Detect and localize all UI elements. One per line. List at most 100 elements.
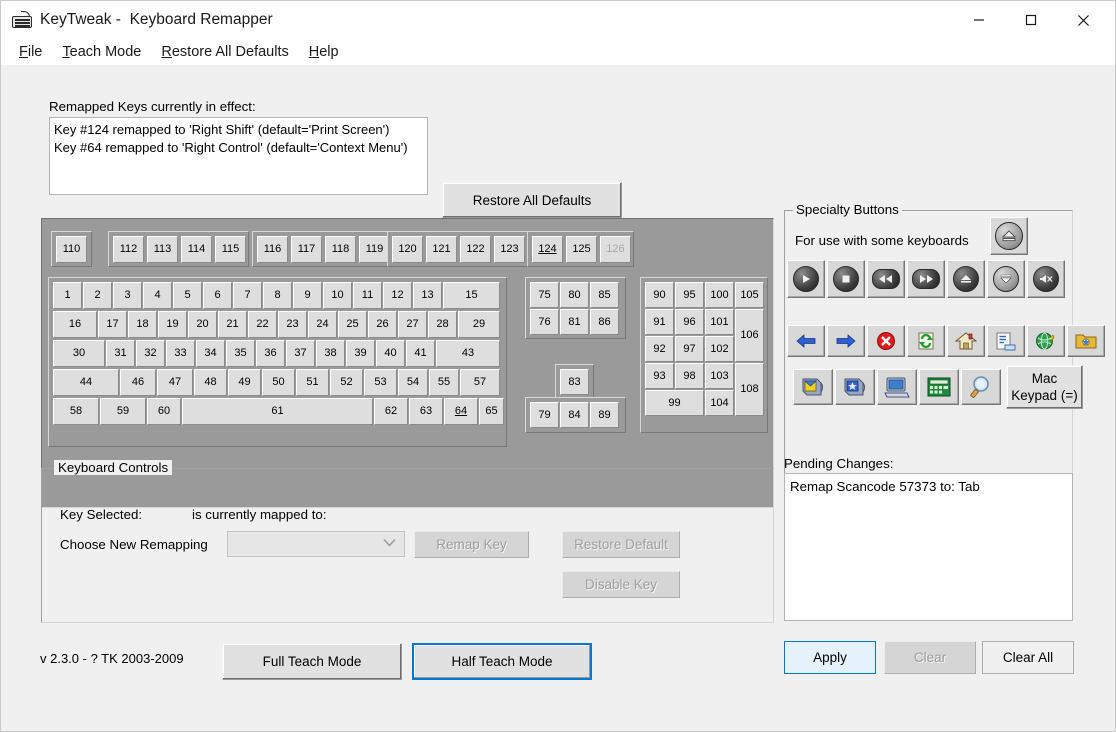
rewind-icon[interactable] bbox=[867, 260, 905, 298]
key-54[interactable]: 54 bbox=[398, 369, 428, 396]
key-79[interactable]: 79 bbox=[530, 402, 559, 428]
new-remapping-select[interactable] bbox=[227, 531, 405, 557]
key-51[interactable]: 51 bbox=[296, 369, 329, 396]
key-7[interactable]: 7 bbox=[233, 282, 262, 309]
key-58[interactable]: 58 bbox=[53, 398, 99, 425]
clear-button[interactable]: Clear bbox=[884, 641, 976, 674]
browser-search-icon[interactable] bbox=[987, 325, 1025, 357]
key-52[interactable]: 52 bbox=[330, 369, 363, 396]
volume-up-icon[interactable] bbox=[947, 260, 985, 298]
key-92[interactable]: 92 bbox=[645, 336, 674, 362]
key-41[interactable]: 41 bbox=[406, 340, 435, 367]
menu-file[interactable]: File bbox=[9, 42, 52, 62]
key-4[interactable]: 4 bbox=[143, 282, 172, 309]
key-102[interactable]: 102 bbox=[705, 336, 734, 362]
browser-refresh-icon[interactable] bbox=[907, 325, 945, 357]
browser-stop-icon[interactable] bbox=[867, 325, 905, 357]
key-113[interactable]: 113 bbox=[147, 236, 178, 263]
key-57[interactable]: 57 bbox=[460, 369, 500, 396]
key-62[interactable]: 62 bbox=[374, 398, 408, 425]
key-27[interactable]: 27 bbox=[398, 311, 427, 338]
news-icon[interactable] bbox=[835, 369, 875, 405]
key-99[interactable]: 99 bbox=[645, 390, 704, 416]
restore-all-defaults-button[interactable]: Restore All Defaults bbox=[442, 182, 622, 218]
key-97[interactable]: 97 bbox=[675, 336, 704, 362]
key-103[interactable]: 103 bbox=[705, 363, 734, 389]
key-85[interactable]: 85 bbox=[590, 282, 619, 308]
key-106[interactable]: 106 bbox=[735, 309, 764, 362]
key-100[interactable]: 100 bbox=[705, 282, 734, 308]
key-40[interactable]: 40 bbox=[376, 340, 405, 367]
key-21[interactable]: 21 bbox=[218, 311, 247, 338]
play-icon[interactable] bbox=[787, 260, 825, 298]
key-2[interactable]: 2 bbox=[83, 282, 112, 309]
key-84[interactable]: 84 bbox=[560, 402, 589, 428]
key-20[interactable]: 20 bbox=[188, 311, 217, 338]
key-59[interactable]: 59 bbox=[100, 398, 146, 425]
browser-folder-icon[interactable] bbox=[1067, 325, 1105, 357]
browser-back-icon[interactable] bbox=[787, 325, 825, 357]
key-13[interactable]: 13 bbox=[413, 282, 442, 309]
key-75[interactable]: 75 bbox=[530, 282, 559, 308]
key-90[interactable]: 90 bbox=[645, 282, 674, 308]
key-25[interactable]: 25 bbox=[338, 311, 367, 338]
key-98[interactable]: 98 bbox=[675, 363, 704, 389]
key-89[interactable]: 89 bbox=[590, 402, 619, 428]
key-118[interactable]: 118 bbox=[325, 236, 356, 263]
key-32[interactable]: 32 bbox=[136, 340, 165, 367]
key-115[interactable]: 115 bbox=[215, 236, 246, 263]
key-17[interactable]: 17 bbox=[98, 311, 127, 338]
key-38[interactable]: 38 bbox=[316, 340, 345, 367]
key-22[interactable]: 22 bbox=[248, 311, 277, 338]
stop-icon[interactable] bbox=[827, 260, 865, 298]
file-search-icon[interactable] bbox=[961, 369, 1001, 405]
mail-icon[interactable] bbox=[793, 369, 833, 405]
fast-forward-icon[interactable] bbox=[907, 260, 945, 298]
browser-favorites-icon[interactable] bbox=[1027, 325, 1065, 357]
key-12[interactable]: 12 bbox=[383, 282, 412, 309]
key-33[interactable]: 33 bbox=[166, 340, 195, 367]
key-28[interactable]: 28 bbox=[428, 311, 457, 338]
key-126[interactable]: 126 bbox=[600, 236, 631, 263]
restore-default-button[interactable]: Restore Default bbox=[562, 531, 680, 558]
key-5[interactable]: 5 bbox=[173, 282, 202, 309]
remap-key-button[interactable]: Remap Key bbox=[414, 531, 529, 558]
key-83[interactable]: 83 bbox=[560, 369, 589, 395]
key-121[interactable]: 121 bbox=[426, 236, 457, 263]
key-112[interactable]: 112 bbox=[113, 236, 144, 263]
volume-down-icon[interactable] bbox=[987, 260, 1025, 298]
key-120[interactable]: 120 bbox=[392, 236, 423, 263]
key-29[interactable]: 29 bbox=[458, 311, 500, 338]
key-81[interactable]: 81 bbox=[560, 309, 589, 335]
key-125[interactable]: 125 bbox=[566, 236, 597, 263]
key-50[interactable]: 50 bbox=[262, 369, 295, 396]
key-46[interactable]: 46 bbox=[120, 369, 156, 396]
calculator-icon[interactable] bbox=[919, 369, 959, 405]
key-53[interactable]: 53 bbox=[364, 369, 397, 396]
clear-all-button[interactable]: Clear All bbox=[982, 641, 1074, 674]
menu-restore-all-defaults[interactable]: Restore All Defaults bbox=[151, 42, 298, 62]
key-65[interactable]: 65 bbox=[479, 398, 504, 425]
key-19[interactable]: 19 bbox=[158, 311, 187, 338]
key-26[interactable]: 26 bbox=[368, 311, 397, 338]
key-16[interactable]: 16 bbox=[53, 311, 97, 338]
key-36[interactable]: 36 bbox=[256, 340, 285, 367]
browser-home-icon[interactable] bbox=[947, 325, 985, 357]
key-61[interactable]: 61 bbox=[182, 398, 373, 425]
key-48[interactable]: 48 bbox=[194, 369, 227, 396]
maximize-icon[interactable] bbox=[1005, 1, 1057, 39]
key-23[interactable]: 23 bbox=[278, 311, 307, 338]
key-108[interactable]: 108 bbox=[735, 363, 764, 416]
key-104[interactable]: 104 bbox=[705, 390, 734, 416]
pending-changes-list[interactable]: Remap Scancode 57373 to: Tab bbox=[784, 473, 1073, 621]
key-15[interactable]: 15 bbox=[443, 282, 500, 309]
key-44[interactable]: 44 bbox=[53, 369, 119, 396]
key-64[interactable]: 64 bbox=[444, 398, 478, 425]
key-95[interactable]: 95 bbox=[675, 282, 704, 308]
key-93[interactable]: 93 bbox=[645, 363, 674, 389]
half-teach-mode-button[interactable]: Half Teach Mode bbox=[412, 643, 592, 680]
my-computer-icon[interactable] bbox=[877, 369, 917, 405]
close-icon[interactable] bbox=[1057, 1, 1109, 39]
key-39[interactable]: 39 bbox=[346, 340, 375, 367]
key-43[interactable]: 43 bbox=[436, 340, 500, 367]
